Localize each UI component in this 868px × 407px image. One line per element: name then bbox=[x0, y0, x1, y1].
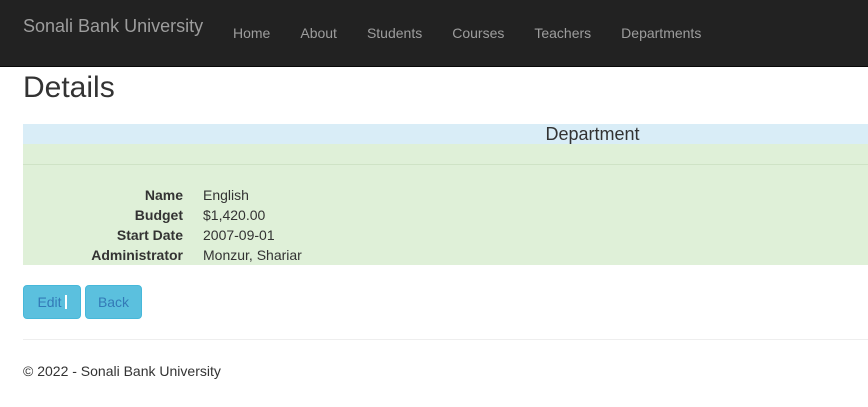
brand-link[interactable]: Sonali Bank University bbox=[23, 15, 203, 37]
details-empty-row bbox=[23, 144, 868, 165]
detail-row-administrator: Administrator Monzur, Shariar bbox=[23, 245, 868, 265]
nav-item-courses[interactable]: Courses bbox=[437, 0, 519, 67]
detail-row-name: Name English bbox=[23, 185, 868, 205]
detail-value: $1,420.00 bbox=[203, 207, 266, 223]
details-spacer-row bbox=[23, 165, 868, 185]
detail-value: Monzur, Shariar bbox=[203, 247, 302, 263]
nav-menu: Home About Students Courses Teachers Dep… bbox=[218, 0, 716, 67]
separator-bar bbox=[64, 295, 67, 309]
edit-button-label: Edit bbox=[37, 294, 62, 310]
details-caption: Department bbox=[23, 124, 868, 144]
footer-divider bbox=[23, 339, 868, 340]
nav-item-about[interactable]: About bbox=[285, 0, 352, 67]
nav-item-students[interactable]: Students bbox=[352, 0, 437, 67]
page-title: Details bbox=[23, 71, 115, 104]
detail-row-budget: Budget $1,420.00 bbox=[23, 205, 868, 225]
detail-value: English bbox=[203, 187, 249, 203]
detail-label: Administrator bbox=[91, 247, 183, 263]
detail-value: 2007-09-01 bbox=[203, 227, 275, 243]
detail-label: Name bbox=[144, 187, 183, 203]
footer-text: © 2022 - Sonali Bank University bbox=[23, 363, 221, 379]
detail-label: Start Date bbox=[116, 227, 183, 243]
navbar: Sonali Bank University Home About Studen… bbox=[0, 0, 868, 67]
nav-item-teachers[interactable]: Teachers bbox=[519, 0, 606, 67]
edit-button[interactable]: Edit bbox=[23, 285, 81, 319]
back-button[interactable]: Back bbox=[85, 285, 142, 319]
detail-row-start-date: Start Date 2007-09-01 bbox=[23, 225, 868, 245]
nav-item-departments[interactable]: Departments bbox=[606, 0, 716, 67]
details-table: Department Name English Budget $1,420.00… bbox=[23, 124, 868, 265]
nav-item-home[interactable]: Home bbox=[218, 0, 285, 67]
detail-label: Budget bbox=[134, 207, 183, 223]
